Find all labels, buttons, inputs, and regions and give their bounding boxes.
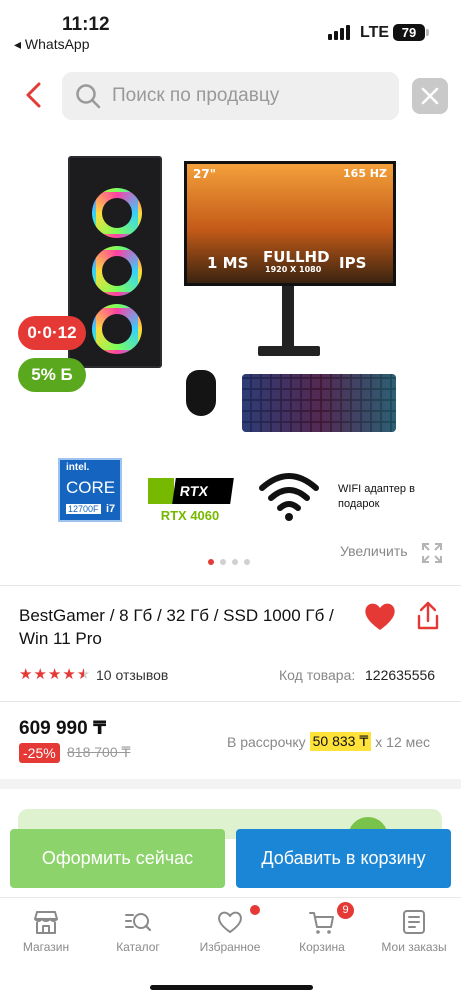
product-gallery[interactable]: 27" 165 HZ 1 MS FULLHD 1920 X 1080 IPS i… xyxy=(0,140,461,580)
nav-label: Мои заказы xyxy=(381,940,447,954)
installment-badge: 0·0·12 xyxy=(18,316,86,350)
battery-icon: 79 xyxy=(393,24,425,41)
installment-suffix: x 12 мес xyxy=(375,733,431,750)
star-icon: ★ xyxy=(47,666,62,683)
monitor-size-text: 27" xyxy=(193,167,216,181)
bonus-badge: 5% Б xyxy=(18,358,86,392)
discount-badge: -25% xyxy=(19,743,60,763)
carousel-dot[interactable] xyxy=(208,559,214,565)
star-icon: ★ xyxy=(33,666,47,683)
intel-tier-text: i7 xyxy=(106,503,116,515)
share-icon xyxy=(417,601,439,630)
product-title: BestGamer / 8 Гб / 32 Гб / SSD 1000 Гб /… xyxy=(19,606,334,648)
orders-icon xyxy=(403,910,425,934)
rating-stars[interactable]: ★ ★ ★ ★ ★ xyxy=(19,665,90,683)
star-icon: ★ xyxy=(62,666,76,683)
expand-icon[interactable] xyxy=(420,541,444,565)
monitor-base xyxy=(258,346,320,356)
star-half-icon: ★ xyxy=(76,666,91,683)
favorites-notification-dot xyxy=(250,905,260,915)
product-code-label: Код товара: xyxy=(279,667,356,683)
fan-graphic xyxy=(92,246,142,296)
search-bar[interactable] xyxy=(62,72,399,120)
nav-label: Корзина xyxy=(299,940,345,954)
nav-label: Избранное xyxy=(199,940,261,954)
monitor-res-text: 1920 X 1080 xyxy=(265,265,322,274)
catalog-search-icon xyxy=(125,913,152,932)
divider xyxy=(0,585,461,586)
status-time: 11:12 xyxy=(62,14,110,35)
fan-graphic xyxy=(92,188,142,238)
keyboard-image xyxy=(242,374,396,432)
carousel-dots[interactable] xyxy=(208,559,250,565)
nvidia-eye-icon xyxy=(148,478,174,504)
back-to-whatsapp-link[interactable]: ◂ WhatsApp xyxy=(14,36,90,53)
nav-label: Магазин xyxy=(22,940,70,954)
nvidia-series-text: RTX xyxy=(172,478,234,504)
section-separator xyxy=(0,779,461,789)
nav-item-cart[interactable]: Корзина xyxy=(276,898,368,968)
carousel-dot[interactable] xyxy=(220,559,226,565)
old-price: 818 700 ₸ xyxy=(67,744,131,760)
heart-icon xyxy=(365,603,395,630)
nvidia-logo: RTX RTX 4060 xyxy=(148,478,234,524)
back-button[interactable] xyxy=(18,78,52,112)
monitor-ms-text: 1 MS xyxy=(207,254,249,272)
home-indicator xyxy=(150,985,313,990)
carousel-dot[interactable] xyxy=(232,559,238,565)
search-input[interactable] xyxy=(112,82,382,110)
monitor-fullhd-text: FULLHD xyxy=(263,248,330,266)
reviews-link[interactable]: 10 отзывов xyxy=(96,667,168,683)
intel-model-text: 12700F xyxy=(66,504,101,514)
installment-prefix: В рассрочку xyxy=(227,733,306,750)
nav-item-favorites[interactable]: Избранное xyxy=(184,898,276,968)
star-icon: ★ xyxy=(19,666,33,683)
close-icon xyxy=(421,87,439,105)
shop-icon xyxy=(34,911,58,934)
search-header xyxy=(0,70,461,122)
current-price: 609 990 ₸ xyxy=(19,718,107,739)
signal-icon xyxy=(328,25,350,40)
intel-logo: intel. CORE 12700F i7 xyxy=(58,458,122,522)
battery-cap xyxy=(426,29,429,36)
share-button[interactable] xyxy=(412,599,444,635)
wifi-icon xyxy=(259,473,319,521)
monitor-stand xyxy=(282,286,294,348)
fan-graphic xyxy=(92,304,142,354)
intel-core-text: CORE xyxy=(66,478,116,497)
search-icon xyxy=(76,84,101,109)
network-type: LTE xyxy=(360,24,390,41)
carousel-dot[interactable] xyxy=(244,559,250,565)
heart-outline-icon xyxy=(218,911,242,933)
monitor-hz-text: 165 HZ xyxy=(343,167,387,180)
divider xyxy=(0,701,461,702)
intel-brand-text: intel. xyxy=(66,462,90,473)
product-image[interactable]: 27" 165 HZ 1 MS FULLHD 1920 X 1080 IPS i… xyxy=(52,148,415,524)
installment-amount: 50 833 ₸ xyxy=(309,732,372,751)
clear-search-button[interactable] xyxy=(412,78,448,114)
nav-item-orders[interactable]: Мои заказы xyxy=(368,898,460,968)
nav-label: Каталог xyxy=(116,940,160,954)
add-to-cart-button[interactable]: Добавить в корзину xyxy=(236,829,451,888)
favorite-button[interactable] xyxy=(362,599,398,635)
status-bar: 11:12 ◂ WhatsApp LTE 79 xyxy=(0,0,461,56)
bottom-nav: Магазин Каталог Избранное Корзина Мои за… xyxy=(0,897,461,999)
installment-info[interactable]: В рассрочку 50 833 ₸ x 12 мес xyxy=(227,732,430,751)
mouse-image xyxy=(186,370,216,416)
nav-item-shop[interactable]: Магазин xyxy=(0,898,92,968)
monitor-panel-text: IPS xyxy=(339,254,367,272)
buy-now-button[interactable]: Оформить сейчас xyxy=(10,829,225,888)
product-code-value: 122635556 xyxy=(365,667,436,683)
wifi-gift-text: WIFI адаптер в подарок xyxy=(338,483,415,510)
cart-icon xyxy=(309,912,334,934)
zoom-label[interactable]: Увеличить xyxy=(340,543,408,559)
chevron-left-icon xyxy=(26,82,41,108)
monitor-image: 27" 165 HZ 1 MS FULLHD 1920 X 1080 IPS xyxy=(184,161,396,286)
nvidia-model-text: RTX 4060 xyxy=(160,508,220,523)
nav-item-catalog[interactable]: Каталог xyxy=(92,898,184,968)
cart-count-badge: 9 xyxy=(337,902,354,919)
